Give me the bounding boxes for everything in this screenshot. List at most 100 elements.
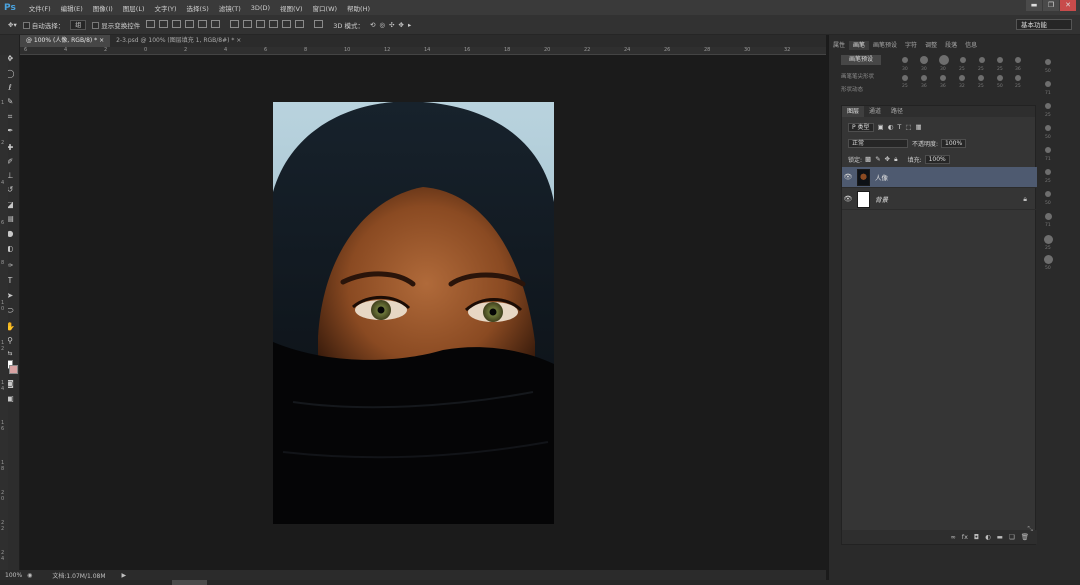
new-layer-icon[interactable]: ❏ (1009, 533, 1015, 541)
brush-tip[interactable] (902, 57, 908, 63)
status-menu-arrow-icon[interactable]: ▶ (106, 572, 127, 579)
new-group-icon[interactable]: ▬ (997, 533, 1003, 541)
status-info-icon[interactable]: ◉ (22, 572, 32, 579)
layer-row-background[interactable]: 👁︎ 背景 🔒︎ (842, 189, 1037, 210)
canvas-area[interactable] (20, 55, 826, 570)
fill-input[interactable]: 100% (924, 154, 950, 164)
brush-tip[interactable] (1045, 191, 1051, 197)
workspace-dropdown[interactable]: 基本功能 (1016, 19, 1072, 30)
roll-3d-icon[interactable]: ◎ (379, 21, 389, 29)
brush-tip[interactable] (997, 57, 1003, 63)
scrollbar-thumb[interactable] (172, 580, 207, 585)
background-color-swatch[interactable] (9, 365, 18, 374)
menu-select[interactable]: 选择(S) (182, 3, 214, 13)
layer-name[interactable]: 人像 (875, 172, 888, 182)
distribute-left-icon[interactable] (269, 19, 279, 28)
distribute-right-icon[interactable] (295, 19, 305, 28)
menu-3d[interactable]: 3D(D) (246, 4, 275, 12)
align-left-icon[interactable] (185, 19, 195, 28)
tab-paragraph[interactable]: 段落 (941, 41, 961, 50)
brush-tip[interactable] (1045, 103, 1051, 109)
filter-adjustment-icon[interactable]: ◐ (888, 123, 894, 131)
move-tool-preset-icon[interactable]: ✥▾ (8, 21, 17, 29)
layer-name[interactable]: 背景 (875, 194, 888, 204)
brush-tip[interactable] (1045, 125, 1051, 131)
new-adjustment-layer-icon[interactable]: ◐ (985, 533, 991, 541)
align-bottom-icon[interactable] (172, 19, 182, 28)
menu-layer[interactable]: 图层(L) (118, 3, 150, 13)
visibility-eye-icon[interactable]: 👁︎ (842, 173, 854, 181)
horizontal-scrollbar[interactable] (0, 580, 1080, 585)
brush-presets-button[interactable]: 画笔预设 (841, 55, 881, 65)
distribute-top-icon[interactable] (230, 19, 240, 28)
auto-align-icon[interactable] (314, 19, 327, 30)
brush-tip[interactable] (1045, 213, 1052, 220)
brush-tip[interactable] (921, 75, 927, 81)
tab-adjustments[interactable]: 调整 (921, 41, 941, 50)
layer-filter-dropdown[interactable]: P 类型 (848, 122, 874, 132)
brush-tip[interactable] (978, 75, 984, 81)
brush-tip[interactable] (1015, 57, 1021, 63)
filter-type-icon[interactable]: T (897, 123, 901, 131)
blend-mode-dropdown[interactable]: 正常 (848, 138, 908, 148)
align-hcenter-icon[interactable] (198, 19, 208, 28)
brush-tip-shape-option[interactable]: 画笔笔尖形状 (841, 72, 874, 80)
brush-tip[interactable] (1015, 75, 1021, 81)
brush-tip[interactable] (979, 57, 985, 63)
layer-row-portrait[interactable]: 👁︎ 人像 (842, 167, 1037, 188)
tab-channels[interactable]: 通道 (864, 106, 886, 117)
menu-file[interactable]: 文件(F) (24, 3, 56, 13)
menu-edit[interactable]: 编辑(E) (56, 3, 88, 13)
align-right-icon[interactable] (211, 19, 221, 28)
menu-type[interactable]: 文字(Y) (150, 3, 182, 13)
brush-tip[interactable] (940, 75, 946, 81)
brush-tip[interactable] (902, 75, 908, 81)
filter-shape-icon[interactable]: ⬚ (905, 123, 911, 131)
tab-character[interactable]: 字符 (901, 41, 921, 50)
tab-2-3-psd[interactable]: 2-3.psd @ 100% (图层填充 1, RGB/8#) * × (110, 35, 248, 47)
brush-tip[interactable] (1045, 81, 1051, 87)
brush-tip[interactable] (1044, 235, 1053, 244)
brush-tip[interactable] (1045, 169, 1051, 175)
panel-resize-icon[interactable]: ⤡ (1027, 525, 1033, 534)
document-image[interactable] (273, 102, 554, 524)
layer-style-fx-icon[interactable]: fx (962, 533, 968, 541)
distribute-vcenter-icon[interactable] (243, 19, 253, 28)
add-mask-icon[interactable]: ◘ (974, 533, 979, 541)
tab-brush-presets[interactable]: 画笔预设 (869, 41, 901, 50)
visibility-eye-icon[interactable]: 👁︎ (842, 195, 854, 203)
menu-filter[interactable]: 滤镜(T) (214, 3, 246, 13)
brush-tip[interactable] (920, 56, 928, 64)
tab-close-icon[interactable]: × (236, 37, 241, 44)
drag-3d-icon[interactable]: ✣ (389, 21, 398, 29)
filter-smart-object-icon[interactable]: ▦ (916, 123, 922, 131)
restore-button[interactable]: ❐ (1043, 0, 1059, 11)
filter-pixel-icon[interactable]: ▣ (878, 123, 884, 131)
brush-tip[interactable] (997, 75, 1003, 81)
distribute-bottom-icon[interactable] (256, 19, 266, 28)
auto-select-dropdown[interactable]: 组 (70, 19, 87, 30)
tab-layers[interactable]: 图层 (842, 106, 865, 117)
zoom-level[interactable]: 100% (0, 572, 22, 579)
rotate-3d-icon[interactable]: ⟲ (370, 21, 379, 29)
delete-layer-icon[interactable]: 🗑︎ (1021, 533, 1029, 541)
menu-window[interactable]: 窗口(W) (308, 3, 343, 13)
tab-paths[interactable]: 路径 (886, 106, 908, 117)
scale-3d-icon[interactable]: ▸ (408, 21, 415, 29)
opacity-input[interactable]: 100% (941, 138, 967, 148)
align-vcenter-icon[interactable] (159, 19, 169, 28)
tab-close-icon[interactable]: × (99, 37, 104, 44)
auto-select-checkbox[interactable] (22, 22, 30, 29)
show-transform-checkbox[interactable] (92, 22, 100, 29)
lock-image-icon[interactable]: ✎ (875, 155, 880, 163)
menu-image[interactable]: 图像(I) (88, 3, 118, 13)
minimize-button[interactable]: ▬ (1026, 0, 1042, 11)
tab-brush[interactable]: 画笔 (849, 41, 870, 50)
brush-tip[interactable] (1045, 59, 1051, 65)
shape-dynamics-option[interactable]: 形状动态 (841, 85, 863, 93)
lock-transparent-icon[interactable]: ▩ (865, 155, 871, 163)
tab-properties[interactable]: 属性 (829, 41, 849, 50)
brush-tip[interactable] (1044, 255, 1053, 264)
link-layers-icon[interactable]: ∞ (950, 533, 955, 541)
close-button[interactable]: ✕ (1060, 0, 1076, 11)
